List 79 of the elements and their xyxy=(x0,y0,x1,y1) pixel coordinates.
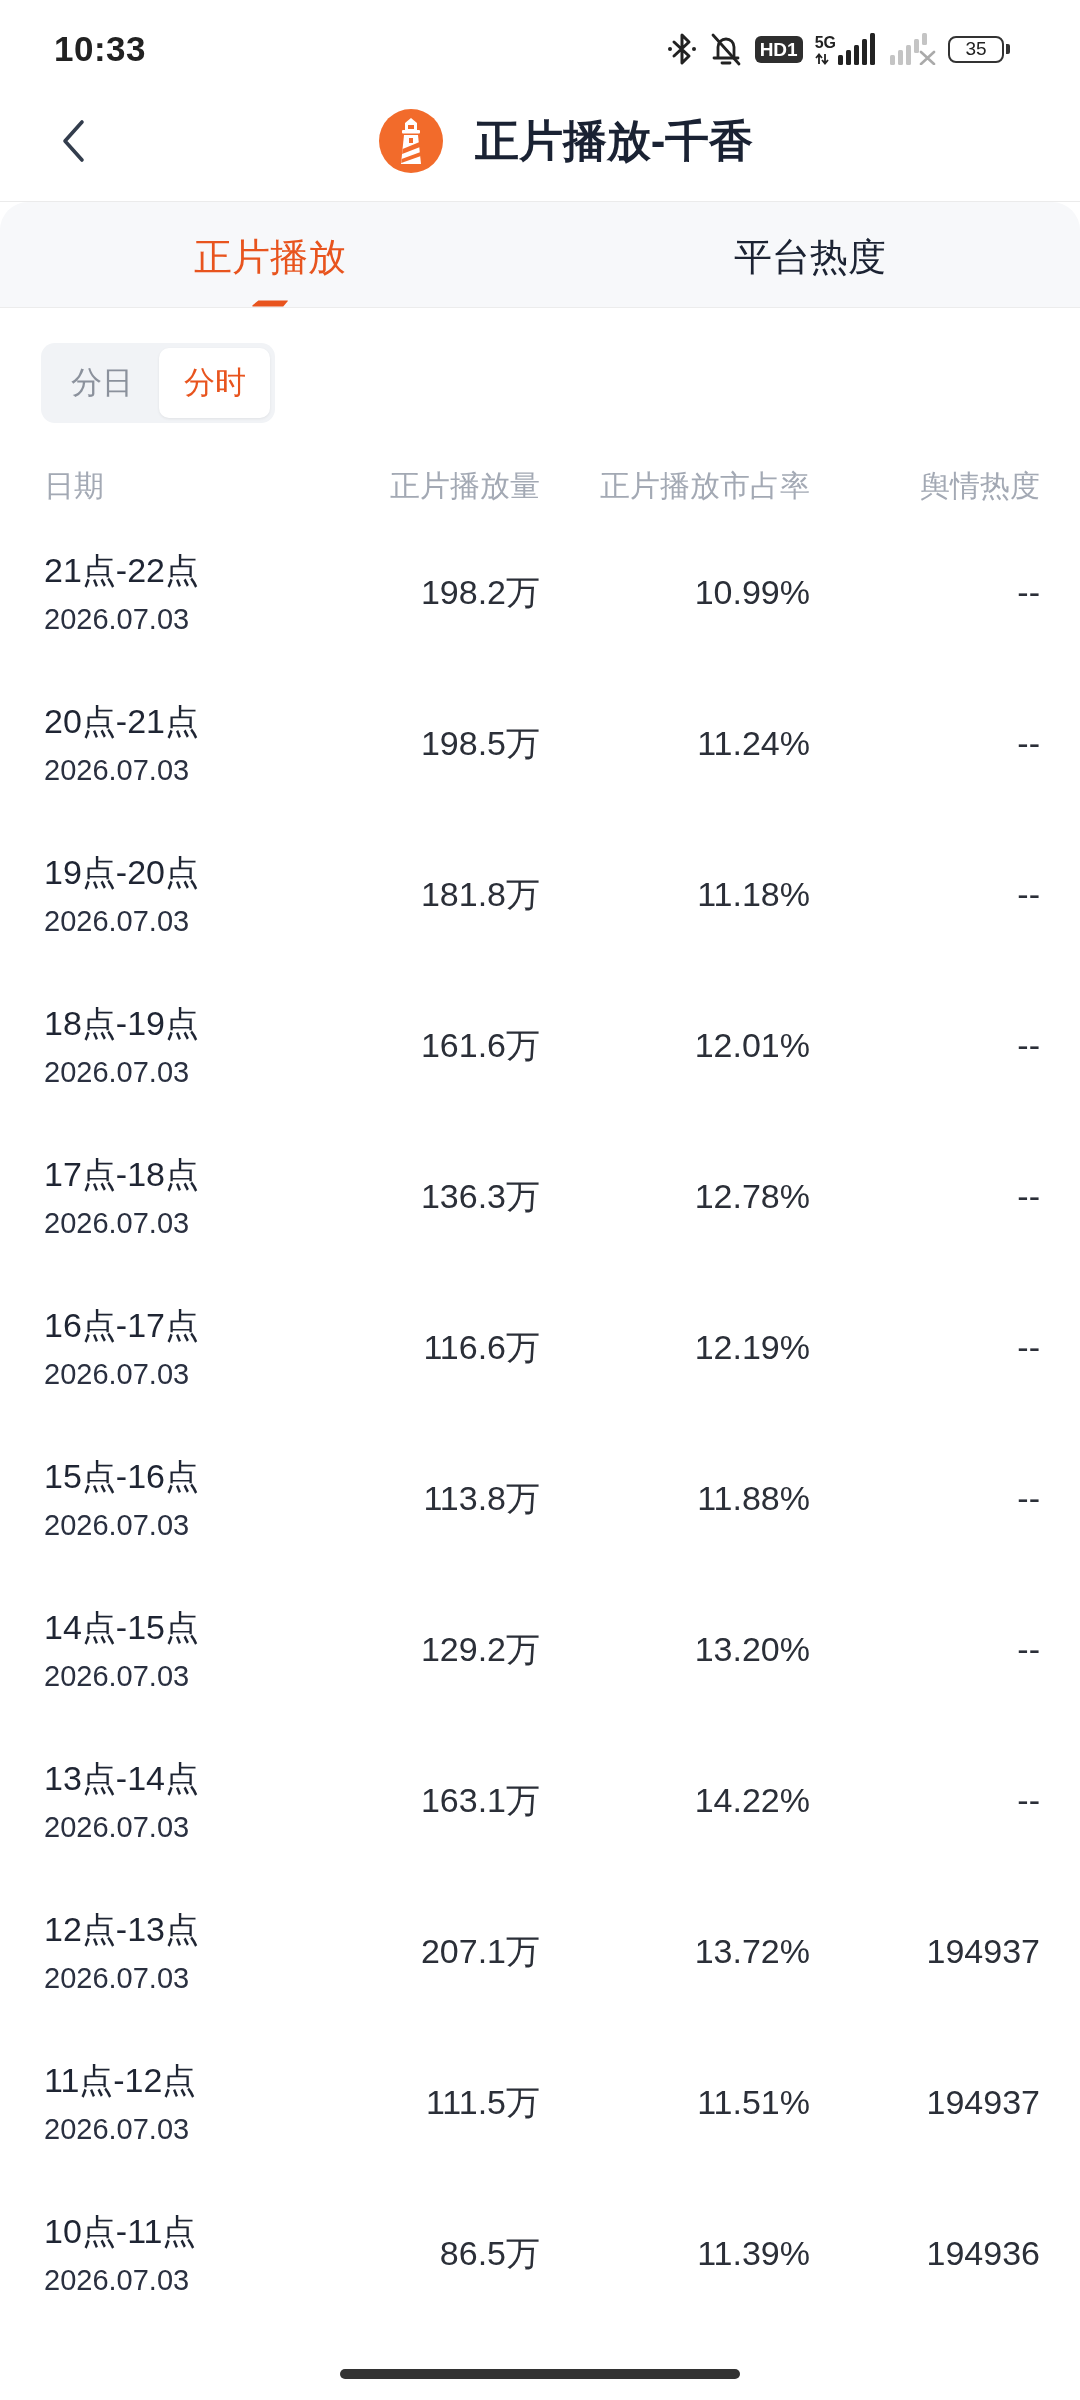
date-text: 2026.07.03 xyxy=(44,1658,190,1694)
clock-time: 10:33 xyxy=(54,29,147,69)
play-count-cell-text: 181.8万 xyxy=(420,873,540,915)
data-arrows-icon xyxy=(814,53,829,65)
chevron-left-icon xyxy=(60,119,86,163)
sentiment-heat-cell: -- xyxy=(1017,724,1040,763)
market-share-cell: 10.99% xyxy=(694,573,810,612)
play-count-cell-text: 136.3万 xyxy=(420,1175,540,1217)
play-count-cell-text: 207.1万 xyxy=(420,1930,540,1972)
time-range-text: 19点-20点 xyxy=(44,851,199,893)
page-title: 正片播放-千香 xyxy=(474,115,754,167)
sentiment-heat-cell: -- xyxy=(1017,573,1040,612)
network-type-label: 5G xyxy=(814,35,836,51)
column-header: 正片播放量 xyxy=(390,467,540,504)
market-share-cell: 14.22% xyxy=(694,1781,810,1820)
column-header: 舆情热度 xyxy=(920,467,1040,504)
play-count-cell-text: 163.1万 xyxy=(420,1779,540,1821)
time-range-text: 17点-18点 xyxy=(44,1153,199,1195)
play-count-cell-text: 161.6万 xyxy=(420,1024,540,1066)
time-range-text: 20点-21点 xyxy=(44,700,199,742)
date-text: 2026.07.03 xyxy=(44,1054,190,1090)
sentiment-heat-cell: -- xyxy=(1017,1781,1040,1820)
market-share-cell: 12.78% xyxy=(694,1177,810,1216)
battery-indicator: 35 xyxy=(948,35,1010,63)
hd-badge: HD1 xyxy=(754,35,803,63)
sentiment-heat-cell: -- xyxy=(1017,1328,1040,1367)
lighthouse-logo-icon xyxy=(378,109,443,173)
market-share-cell: 12.01% xyxy=(694,1026,810,1065)
date-text: 2026.07.03 xyxy=(44,1809,190,1845)
time-range-text: 21点-22点 xyxy=(44,549,199,591)
date-text: 2026.07.03 xyxy=(44,1205,190,1241)
market-share-cell: 11.24% xyxy=(697,724,810,763)
time-range-text: 15点-16点 xyxy=(44,1455,199,1497)
market-share-cell: 11.51% xyxy=(697,2083,810,2122)
sentiment-heat-cell: 194937 xyxy=(926,2083,1040,2122)
date-text: 2026.07.03 xyxy=(44,1356,190,1392)
time-range-text: 12点-13点 xyxy=(44,1908,199,1950)
market-share-cell: 11.18% xyxy=(697,875,810,914)
signal-icon xyxy=(838,33,878,65)
play-count-cell-text: 198.2万 xyxy=(420,571,540,613)
play-count-cell-text: 129.2万 xyxy=(420,1628,540,1670)
column-header: 正片播放市占率 xyxy=(600,467,810,504)
date-text: 2026.07.03 xyxy=(44,2262,190,2298)
sentiment-heat-cell: -- xyxy=(1017,1479,1040,1518)
toggle-option[interactable]: 分时 xyxy=(159,348,270,418)
play-count-cell-text: 116.6万 xyxy=(423,1326,540,1368)
market-share-cell: 11.88% xyxy=(697,1479,810,1518)
sentiment-heat-cell: -- xyxy=(1017,875,1040,914)
sentiment-heat-cell: -- xyxy=(1017,1026,1040,1065)
sentiment-heat-cell: 194936 xyxy=(926,2234,1040,2273)
time-range-text: 16点-17点 xyxy=(44,1304,199,1346)
date-text: 2026.07.03 xyxy=(44,1960,190,1996)
tab[interactable]: 正片播放 xyxy=(0,202,540,307)
tab[interactable]: 平台热度 xyxy=(540,202,1080,307)
toggle-option[interactable]: 分日 xyxy=(46,348,157,418)
date-text: 2026.07.03 xyxy=(44,2111,190,2147)
play-count-cell-text: 198.5万 xyxy=(420,722,540,764)
no-signal-icon xyxy=(890,33,936,65)
sentiment-heat-cell: 194937 xyxy=(926,1932,1040,1971)
date-text: 2026.07.03 xyxy=(44,601,190,637)
column-header: 日期 xyxy=(44,467,104,504)
bluetooth-icon xyxy=(666,31,697,67)
sentiment-heat-cell: -- xyxy=(1017,1177,1040,1216)
time-range-text: 13点-14点 xyxy=(44,1757,199,1799)
date-text: 2026.07.03 xyxy=(44,752,190,788)
date-text: 2026.07.03 xyxy=(44,1507,190,1543)
market-share-cell: 13.72% xyxy=(694,1932,810,1971)
market-share-cell: 12.19% xyxy=(694,1328,810,1367)
play-count-cell-text: 113.8万 xyxy=(423,1477,540,1519)
market-share-cell: 13.20% xyxy=(694,1630,810,1669)
time-range-text: 18点-19点 xyxy=(44,1002,199,1044)
play-count-cell-text: 111.5万 xyxy=(425,2081,540,2123)
sentiment-heat-cell: -- xyxy=(1017,1630,1040,1669)
play-count-cell-text: 86.5万 xyxy=(439,2232,540,2274)
time-range-text: 14点-15点 xyxy=(44,1606,199,1648)
time-range-text: 10点-11点 xyxy=(44,2210,197,2252)
date-text: 2026.07.03 xyxy=(44,903,190,939)
market-share-cell: 11.39% xyxy=(697,2234,810,2273)
time-range-text: 11点-12点 xyxy=(44,2059,197,2101)
